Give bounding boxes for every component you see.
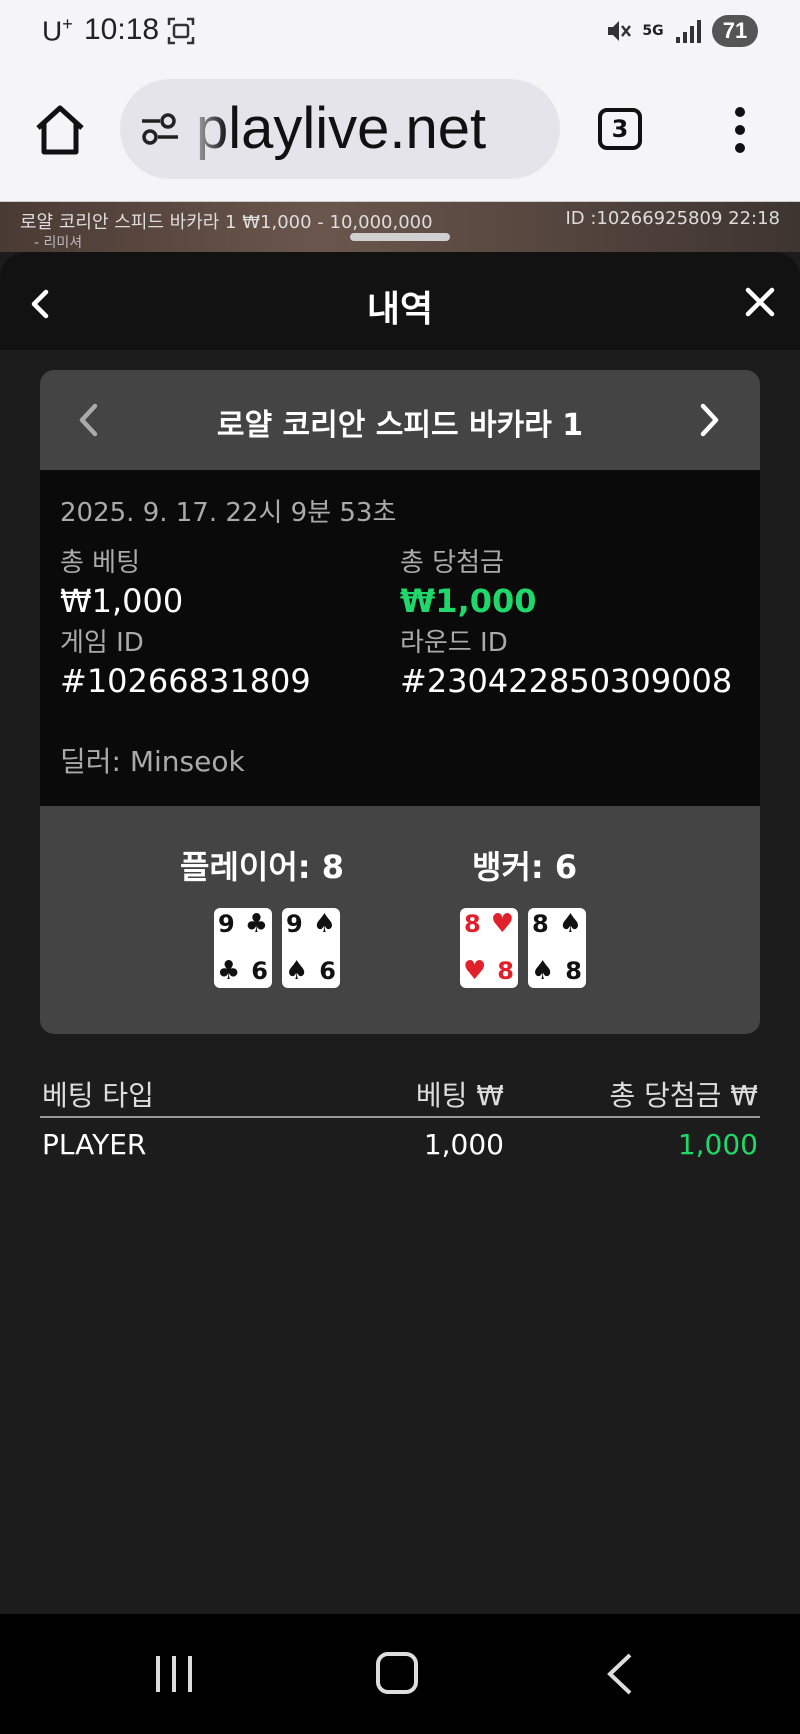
sheet-header: 내역 — [0, 252, 800, 350]
more-options-icon[interactable] — [732, 106, 748, 154]
round-detail-card: 로얄 코리안 스피드 바카라 1 2025. 9. 17. 22시 9분 53초… — [40, 370, 760, 1034]
clock: 10:18 — [84, 13, 160, 46]
total-win-value: ₩1,000 — [400, 582, 537, 620]
sheet-drag-handle[interactable] — [350, 233, 450, 241]
browser-toolbar: playlive.net 3 — [0, 64, 800, 202]
address-bar[interactable]: playlive.net — [120, 79, 560, 179]
win-amount-header: 총 당첨금 ₩ — [609, 1079, 758, 1112]
round-info: ID :10266925809 22:18 — [565, 208, 780, 229]
sheet-title: 내역 — [366, 289, 434, 330]
game-info-strip: 로얄 코리안 스피드 바카라 1 ₩1,000 - 10,000,000 ID … — [0, 202, 800, 252]
tab-count-button[interactable]: 3 — [598, 108, 642, 150]
bet-type-header: 베팅 타입 — [42, 1079, 154, 1112]
win-amount-cell: 1,000 — [677, 1128, 758, 1161]
total-bet-value: ₩1,000 — [60, 582, 184, 620]
system-nav-bar — [0, 1614, 800, 1734]
home-button[interactable] — [376, 1652, 418, 1694]
signal-icon — [676, 20, 701, 43]
network-type: 5G — [642, 23, 664, 39]
status-bar: U+ 10:18 5G 71 — [0, 0, 800, 64]
bet-amount-cell: 1,000 — [423, 1128, 504, 1161]
screenshot-icon — [167, 17, 195, 45]
game-navigator: 로얄 코리안 스피드 바카라 1 — [40, 370, 760, 470]
total-bet-label: 총 베팅 — [60, 548, 141, 578]
banker-score: 뱅커: 6 — [472, 848, 578, 886]
game-id-label: 게임 ID — [60, 628, 144, 658]
next-round-icon[interactable] — [698, 402, 722, 438]
mute-icon — [608, 21, 631, 41]
banker-card-2: 8 ♠ ♠ 8 — [528, 908, 586, 988]
dealer-name: 딜러: Minseok — [60, 745, 245, 778]
round-result: 플레이어: 8 뱅커: 6 9 ♣ ♣ 6 9 ♠ ♠ 6 8 ♥ ♥ 8 8 — [40, 806, 760, 1034]
url-text[interactable]: playlive.net — [196, 95, 486, 162]
round-id-value: #230422850309008 — [400, 662, 733, 700]
game-id-value: #10266831809 — [60, 662, 311, 700]
bet-amount-header: 베팅 ₩ — [415, 1079, 504, 1112]
close-icon[interactable] — [744, 286, 776, 318]
bets-table-header: 베팅 타입 베팅 ₩ 총 당첨금 ₩ — [40, 1074, 760, 1118]
carrier-label: U+ — [42, 14, 73, 47]
system-back-icon[interactable] — [604, 1652, 634, 1696]
round-id-label: 라운드 ID — [400, 628, 508, 658]
bet-type-cell: PLAYER — [42, 1128, 147, 1161]
table-info: 로얄 코리안 스피드 바카라 1 ₩1,000 - 10,000,000 — [20, 212, 433, 233]
site-settings-icon[interactable] — [140, 111, 180, 147]
total-win-label: 총 당첨금 — [400, 548, 504, 578]
round-details: 2025. 9. 17. 22시 9분 53초 총 베팅 ₩1,000 총 당첨… — [40, 470, 760, 806]
player-score: 플레이어: 8 — [180, 848, 344, 886]
game-name: 로얄 코리안 스피드 바카라 1 — [216, 408, 584, 443]
player-card-2: 9 ♠ ♠ 6 — [282, 908, 340, 988]
home-icon[interactable] — [34, 104, 86, 156]
round-date: 2025. 9. 17. 22시 9분 53초 — [60, 498, 397, 528]
recent-apps-icon[interactable] — [154, 1654, 194, 1694]
strip-subtext: - 리미셔 — [34, 235, 83, 251]
player-card-1: 9 ♣ ♣ 6 — [214, 908, 272, 988]
banker-card-1: 8 ♥ ♥ 8 — [460, 908, 518, 988]
history-sheet: 내역 로얄 코리안 스피드 바카라 1 2025. 9. 17. 22시 9분 … — [0, 252, 800, 1614]
battery-indicator: 71 — [712, 15, 758, 47]
